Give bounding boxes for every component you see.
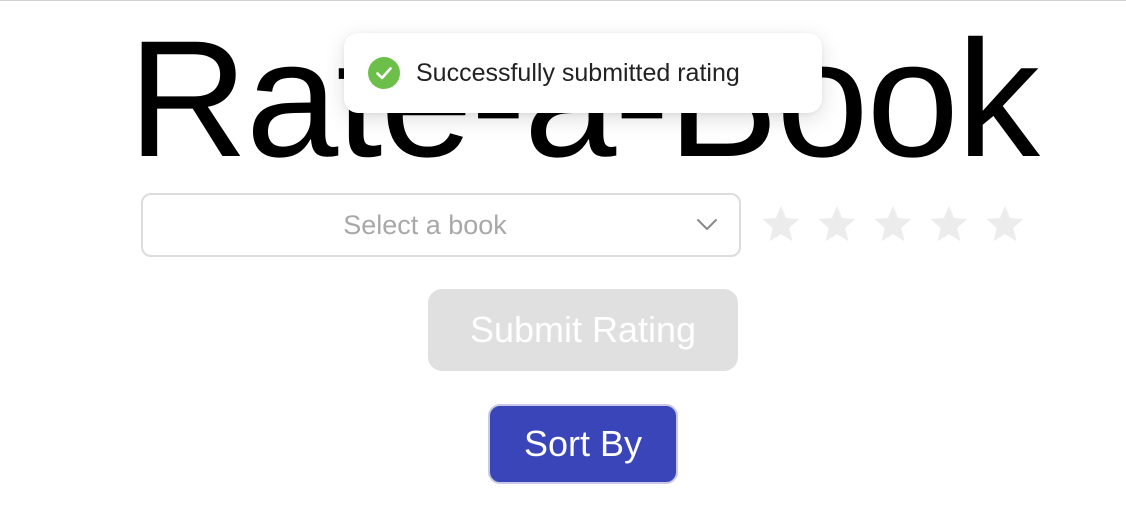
star-icon[interactable] bbox=[928, 203, 970, 245]
toast-message: Successfully submitted rating bbox=[416, 58, 740, 87]
submit-rating-button[interactable]: Submit Rating bbox=[428, 289, 738, 371]
select-placeholder: Select a book bbox=[343, 210, 507, 240]
star-icon[interactable] bbox=[816, 203, 858, 245]
star-icon[interactable] bbox=[760, 203, 802, 245]
book-select[interactable]: Select a book bbox=[141, 193, 741, 257]
success-toast: Successfully submitted rating bbox=[344, 33, 822, 113]
star-rating bbox=[760, 203, 1040, 247]
star-icon[interactable] bbox=[872, 203, 914, 245]
star-icon[interactable] bbox=[984, 203, 1026, 245]
sort-by-button[interactable]: Sort By bbox=[488, 404, 678, 484]
check-circle-icon bbox=[368, 57, 400, 89]
top-divider bbox=[0, 0, 1126, 1]
chevron-down-icon bbox=[695, 213, 719, 237]
